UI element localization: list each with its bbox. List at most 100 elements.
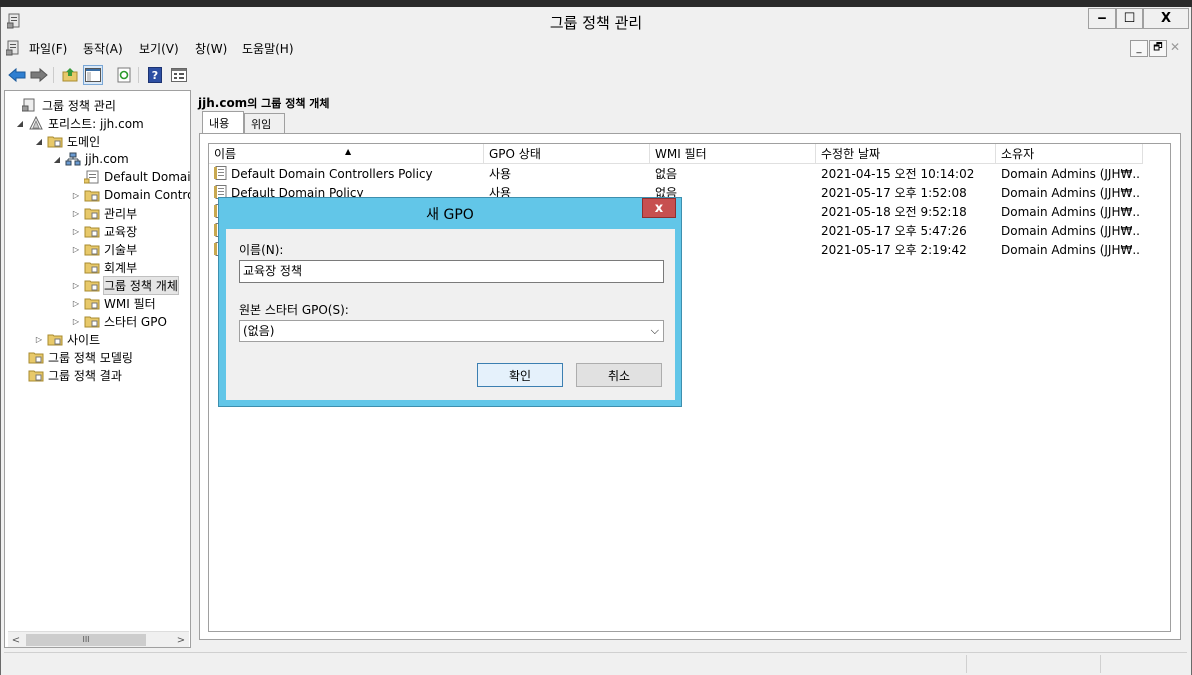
console-tree[interactable]: 그룹 정책 관리 ◢ 포리스트: jjh.com ◢ 도메인 ◢ jjh.com Defaul… — [4, 90, 191, 648]
tree-item-label: Domain Controllers — [104, 188, 190, 202]
column-name-label: 이름 — [214, 147, 237, 161]
tree-item-label: 그룹 정책 결과 — [48, 368, 122, 383]
title-bar: 그룹 정책 관리 ‒ ☐ X — [1, 7, 1191, 37]
tree-item[interactable]: 그룹 정책 관리 — [9, 96, 116, 114]
tree-item[interactable]: 그룹 정책 결과 — [15, 366, 122, 384]
tree-item[interactable]: ▷ 그룹 정책 개체 — [71, 275, 179, 295]
tab-delegation[interactable]: 위임 — [244, 113, 285, 133]
cell-gpo-status: 사용 — [489, 167, 512, 181]
column-header-owner[interactable]: 소유자 — [996, 144, 1143, 164]
tree-item[interactable]: ▷ 사이트 — [34, 330, 100, 348]
collapse-icon[interactable]: ◢ — [34, 137, 44, 146]
menu-file[interactable]: 파일(F) — [29, 40, 67, 57]
menu-window[interactable]: 창(W) — [195, 40, 227, 57]
domain-icon — [65, 152, 81, 166]
column-header-modified[interactable]: 수정한 날짜 — [816, 144, 996, 164]
expand-icon[interactable]: ▷ — [71, 245, 81, 254]
forward-button[interactable] — [29, 65, 49, 85]
status-segment — [1100, 655, 1187, 673]
menu-view[interactable]: 보기(V) — [139, 40, 179, 57]
tree-item[interactable]: 그룹 정책 모델링 — [15, 348, 133, 366]
tree-item[interactable]: 회계부 — [71, 258, 137, 276]
status-segment — [966, 655, 1100, 673]
tree-item[interactable]: ▷ 관리부 — [71, 204, 137, 222]
tree-item[interactable]: ▷ 스타터 GPO — [71, 312, 167, 330]
tree-item-label: 도메인 — [67, 134, 101, 149]
minimize-button[interactable]: ‒ — [1088, 8, 1116, 29]
ou-folder-icon — [84, 190, 100, 202]
cell-modified: 2021-05-18 오전 9:52:18 — [821, 205, 967, 219]
chevron-down-icon: ⌵ — [650, 324, 659, 337]
collapse-icon[interactable]: ◢ — [52, 155, 62, 164]
expand-icon[interactable]: ▷ — [71, 209, 81, 218]
column-header-name[interactable]: 이름 ▲ — [209, 144, 484, 164]
cell-owner: Domain Admins (JJH₩... — [1001, 224, 1141, 238]
help-button[interactable]: ? — [145, 65, 165, 85]
forest-icon — [29, 116, 43, 130]
expand-icon[interactable]: ▷ — [34, 335, 44, 344]
column-header-gpo-status[interactable]: GPO 상태 — [484, 144, 650, 164]
scroll-left-button[interactable]: < — [8, 632, 24, 647]
menu-help[interactable]: 도움말(H) — [242, 40, 294, 57]
expand-icon[interactable]: ▷ — [71, 317, 81, 326]
cell-owner: Domain Admins (JJH₩... — [1001, 205, 1141, 219]
properties-button[interactable] — [169, 65, 189, 85]
mdi-restore-icon: 🗗 — [1153, 42, 1163, 53]
tree-item-label: jjh.com — [85, 152, 129, 166]
ou-folder-icon — [84, 208, 100, 220]
maximize-button[interactable]: ☐ — [1116, 8, 1143, 29]
ok-button[interactable]: 확인 — [477, 363, 563, 387]
dialog-close-button[interactable]: x — [642, 198, 676, 218]
mdi-minimize-button[interactable]: _ — [1130, 40, 1148, 57]
tree-item-label: 관리부 — [104, 206, 138, 221]
collapse-icon[interactable]: ◢ — [15, 119, 25, 128]
cell-owner: Domain Admins (JJH₩... — [1001, 186, 1141, 200]
tree-item[interactable]: Default Domain Policy — [71, 168, 190, 186]
tree-item-label: 포리스트: jjh.com — [48, 116, 144, 131]
gpo-name-input[interactable]: 교육장 정책 — [239, 260, 664, 283]
tree-item[interactable]: ▷ WMI 필터 — [71, 294, 156, 312]
details-title-domain: jjh.com — [198, 96, 248, 110]
svg-text:?: ? — [152, 69, 158, 82]
starter-gpo-value: (없음) — [243, 324, 275, 338]
mdi-restore-button[interactable]: 🗗 — [1149, 40, 1167, 57]
close-button[interactable]: X — [1143, 8, 1189, 29]
cell-modified: 2021-05-17 오후 1:52:08 — [821, 186, 967, 200]
properties-icon — [171, 68, 187, 82]
tree-item[interactable]: ▷ Domain Controllers — [71, 186, 190, 204]
tree-item[interactable]: ▷ 교육장 — [71, 222, 137, 240]
show-hide-tree-button[interactable] — [83, 65, 103, 85]
name-label: 이름(N): — [239, 243, 284, 257]
expand-icon[interactable]: ▷ — [71, 281, 81, 290]
tree-item-label: 그룹 정책 개체 — [103, 275, 179, 295]
gpm-menu-icon[interactable] — [6, 40, 20, 56]
scroll-thumb[interactable]: III — [26, 634, 146, 646]
tree-item[interactable]: ◢ jjh.com — [52, 150, 129, 168]
tree-item-label: WMI 필터 — [104, 296, 156, 311]
table-row[interactable]: Default Domain Controllers Policy 사용 없음 202… — [209, 165, 1170, 184]
scroll-right-button[interactable]: > — [173, 632, 189, 647]
cell-name: Default Domain Controllers Policy — [214, 165, 484, 184]
mdi-close-button[interactable]: ✕ — [1170, 40, 1180, 54]
column-header-wmi-filter[interactable]: WMI 필터 — [650, 144, 816, 164]
expand-icon[interactable]: ▷ — [71, 299, 81, 308]
starter-gpo-select[interactable]: (없음) ⌵ — [239, 320, 664, 342]
tree-horizontal-scrollbar[interactable]: < III > — [8, 631, 189, 647]
tree-item[interactable]: ▷ 기술부 — [71, 240, 137, 258]
back-arrow-icon — [8, 67, 26, 83]
expand-icon[interactable]: ▷ — [71, 227, 81, 236]
scroll-right-icon: > — [176, 634, 186, 646]
back-button[interactable] — [7, 65, 27, 85]
tree-item-label: 기술부 — [104, 242, 138, 257]
expand-icon[interactable]: ▷ — [71, 191, 81, 200]
show-hide-tree-icon — [85, 68, 101, 82]
tree-item[interactable]: ◢ 포리스트: jjh.com — [15, 114, 144, 132]
gpo-name-text: Default Domain Controllers Policy — [231, 167, 433, 181]
cancel-button[interactable]: 취소 — [576, 363, 662, 387]
tree-item[interactable]: ◢ 도메인 — [34, 132, 100, 150]
menu-action[interactable]: 동작(A) — [83, 40, 123, 57]
gpo-icon — [214, 166, 227, 180]
refresh-button[interactable] — [114, 65, 134, 85]
tab-contents[interactable]: 내용 — [202, 111, 244, 134]
up-one-level-button[interactable] — [60, 65, 80, 85]
